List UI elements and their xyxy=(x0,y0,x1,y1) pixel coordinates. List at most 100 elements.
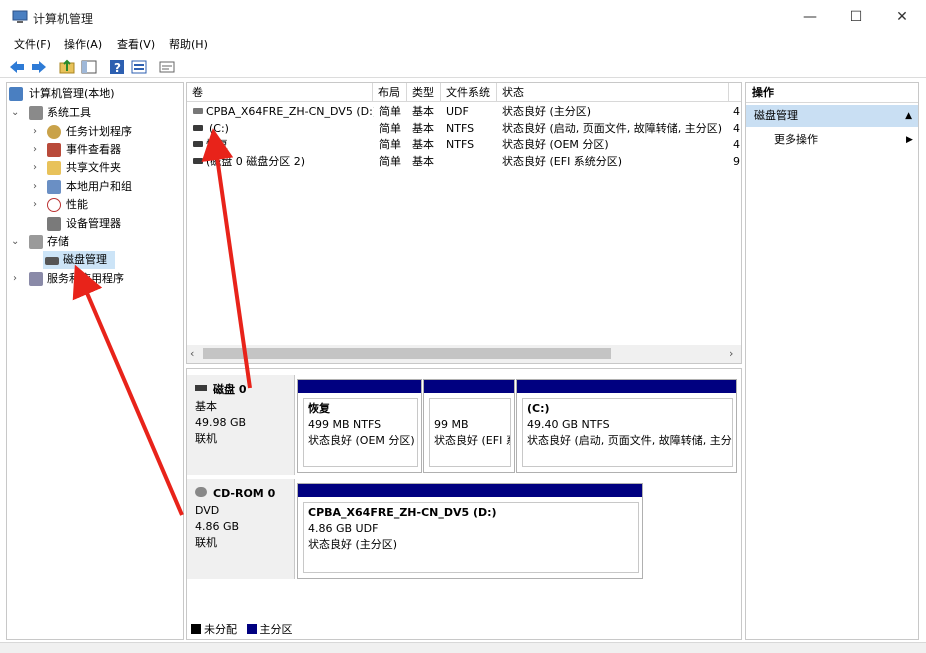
menu-bar: 文件(F) 操作(A) 查看(V) 帮助(H) xyxy=(0,34,926,54)
tools-icon xyxy=(29,106,43,120)
event-log-icon xyxy=(47,143,61,157)
partition-bar xyxy=(298,484,642,497)
partition-d[interactable]: CPBA_X64FRE_ZH-CN_DV5 (D:) 4.86 GB UDF 状… xyxy=(297,483,643,579)
partition-bar xyxy=(517,380,736,393)
cd-drive-icon xyxy=(193,108,203,114)
users-icon xyxy=(47,180,61,194)
tree-item-system-tools[interactable]: ⌄ 系统工具 xyxy=(9,104,179,122)
close-button[interactable]: ✕ xyxy=(879,0,925,34)
tree-item-performance[interactable]: › 性能 xyxy=(9,196,179,214)
col-type[interactable]: 类型 xyxy=(407,83,441,102)
chevron-right-icon[interactable]: › xyxy=(33,159,37,177)
legend-primary: 主分区 xyxy=(259,623,293,636)
tree-item-services[interactable]: › 服务和应用程序 xyxy=(9,270,179,288)
col-filesystem[interactable]: 文件系统 xyxy=(441,83,497,102)
volume-list: 卷 布局 类型 文件系统 状态 CPBA_X64FRE_ZH-CN_DV5 (D… xyxy=(186,82,742,364)
cdrom0-state: 联机 xyxy=(195,536,217,549)
legend-swatch-primary xyxy=(246,624,257,634)
horizontal-scrollbar[interactable]: ‹ › xyxy=(187,345,741,363)
table-row[interactable]: (磁盘 0 磁盘分区 2) 简单 基本 状态良好 (EFI 系统分区) 9 xyxy=(187,154,741,170)
tree-item-device-manager[interactable]: 设备管理器 xyxy=(9,215,179,233)
actions-disk-management[interactable]: 磁盘管理 ▲ xyxy=(746,105,918,127)
svg-text:?: ? xyxy=(114,61,121,75)
disk0-size: 49.98 GB xyxy=(195,416,247,429)
performance-icon xyxy=(47,198,61,212)
chevron-right-icon[interactable]: › xyxy=(33,123,37,141)
show-hide-tree-icon[interactable] xyxy=(80,58,98,76)
tree-item-event-viewer[interactable]: › 事件查看器 xyxy=(9,141,179,159)
cdrom0-header[interactable]: CD-ROM 0 DVD 4.86 GB 联机 xyxy=(187,479,295,579)
navigation-tree: 计算机管理(本地) ⌄ 系统工具 › 任务计划程序 › 事件查看器 › 共享文件… xyxy=(6,82,184,640)
partition-bar xyxy=(424,380,514,393)
disk0-state: 联机 xyxy=(195,432,217,445)
partition-efi[interactable]: 99 MB 状态良好 (EFI 系 xyxy=(423,379,515,473)
more-actions[interactable]: 更多操作 ▶ xyxy=(774,131,914,149)
services-icon xyxy=(29,272,43,286)
title-bar: 计算机管理 — ☐ ✕ xyxy=(0,0,926,34)
help-icon[interactable]: ? xyxy=(108,58,126,76)
forward-arrow-icon[interactable] xyxy=(30,58,48,76)
storage-icon xyxy=(29,235,43,249)
console-view-icon[interactable] xyxy=(130,58,148,76)
partition-c[interactable]: (C:) 49.40 GB NTFS 状态良好 (启动, 页面文件, 故障转储,… xyxy=(516,379,737,473)
disk0-title: 磁盘 0 xyxy=(195,381,294,399)
chevron-right-icon[interactable]: › xyxy=(33,196,37,214)
actions-pane: 操作 磁盘管理 ▲ 更多操作 ▶ xyxy=(745,82,919,640)
tree-item-root[interactable]: 计算机管理(本地) xyxy=(9,85,179,103)
col-status[interactable]: 状态 xyxy=(497,83,729,102)
volume-icon xyxy=(193,125,203,131)
toolbar: ? xyxy=(0,56,926,78)
col-volume[interactable]: 卷 xyxy=(187,83,373,102)
back-arrow-icon[interactable] xyxy=(8,58,26,76)
scroll-left-icon[interactable]: ‹ xyxy=(190,347,194,360)
scrollbar-thumb[interactable] xyxy=(203,348,611,359)
tree-item-shared-folders[interactable]: › 共享文件夹 xyxy=(9,159,179,177)
disk0-type: 基本 xyxy=(195,400,217,413)
tree-item-storage[interactable]: ⌄ 存储 xyxy=(9,233,179,251)
col-layout[interactable]: 布局 xyxy=(373,83,407,102)
legend: 未分配 主分区 xyxy=(191,623,293,637)
partition-recovery[interactable]: 恢复 499 MB NTFS 状态良好 (OEM 分区) xyxy=(297,379,422,473)
table-row[interactable]: (C:) 简单 基本 NTFS 状态良好 (启动, 页面文件, 故障转储, 主分… xyxy=(187,121,741,137)
tree-item-disk-management[interactable]: 磁盘管理 xyxy=(43,251,115,269)
collapse-up-icon[interactable]: ▲ xyxy=(905,105,912,127)
minimize-button[interactable]: — xyxy=(787,0,833,34)
chevron-down-icon[interactable]: ⌄ xyxy=(11,233,19,251)
disk-icon xyxy=(195,385,207,391)
table-row[interactable]: CPBA_X64FRE_ZH-CN_DV5 (D:) 简单 基本 UDF 状态良… xyxy=(187,104,741,120)
column-header: 卷 布局 类型 文件系统 状态 xyxy=(187,83,741,102)
status-bar xyxy=(0,642,926,653)
up-folder-icon[interactable] xyxy=(58,58,76,76)
legend-unallocated: 未分配 xyxy=(204,623,237,636)
menu-help[interactable]: 帮助(H) xyxy=(169,36,208,52)
table-row[interactable]: 恢复 简单 基本 NTFS 状态良好 (OEM 分区) 4 xyxy=(187,137,741,153)
chevron-right-icon[interactable]: › xyxy=(33,178,37,196)
computer-icon xyxy=(9,87,23,101)
chevron-right-icon[interactable]: › xyxy=(13,270,17,288)
scroll-right-icon[interactable]: › xyxy=(729,347,733,360)
menu-file[interactable]: 文件(F) xyxy=(14,36,51,52)
device-manager-icon xyxy=(47,217,61,231)
window-title: 计算机管理 xyxy=(33,12,94,26)
chevron-down-icon[interactable]: ⌄ xyxy=(11,104,19,122)
tree-item-task-scheduler[interactable]: › 任务计划程序 xyxy=(9,123,179,141)
cd-drive-icon xyxy=(195,487,207,497)
tree-item-local-users[interactable]: › 本地用户和组 xyxy=(9,178,179,196)
computer-management-icon xyxy=(12,10,28,24)
properties-icon[interactable] xyxy=(158,58,176,76)
menu-action[interactable]: 操作(A) xyxy=(64,36,102,52)
shared-folder-icon xyxy=(47,161,61,175)
volume-icon xyxy=(193,158,203,164)
volume-icon xyxy=(193,141,203,147)
maximize-button[interactable]: ☐ xyxy=(833,0,879,34)
cdrom0-title: CD-ROM 0 xyxy=(195,485,294,503)
disk-icon xyxy=(45,257,59,265)
menu-view[interactable]: 查看(V) xyxy=(117,36,155,52)
legend-swatch-unallocated xyxy=(191,624,201,634)
actions-header: 操作 xyxy=(746,83,918,103)
cdrom0-size: 4.86 GB xyxy=(195,520,240,533)
cdrom0-type: DVD xyxy=(195,504,220,517)
disk-graphical-view: 磁盘 0 基本 49.98 GB 联机 恢复 499 MB NTFS 状态良好 … xyxy=(186,368,742,640)
disk0-header[interactable]: 磁盘 0 基本 49.98 GB 联机 xyxy=(187,375,295,475)
chevron-right-icon[interactable]: › xyxy=(33,141,37,159)
